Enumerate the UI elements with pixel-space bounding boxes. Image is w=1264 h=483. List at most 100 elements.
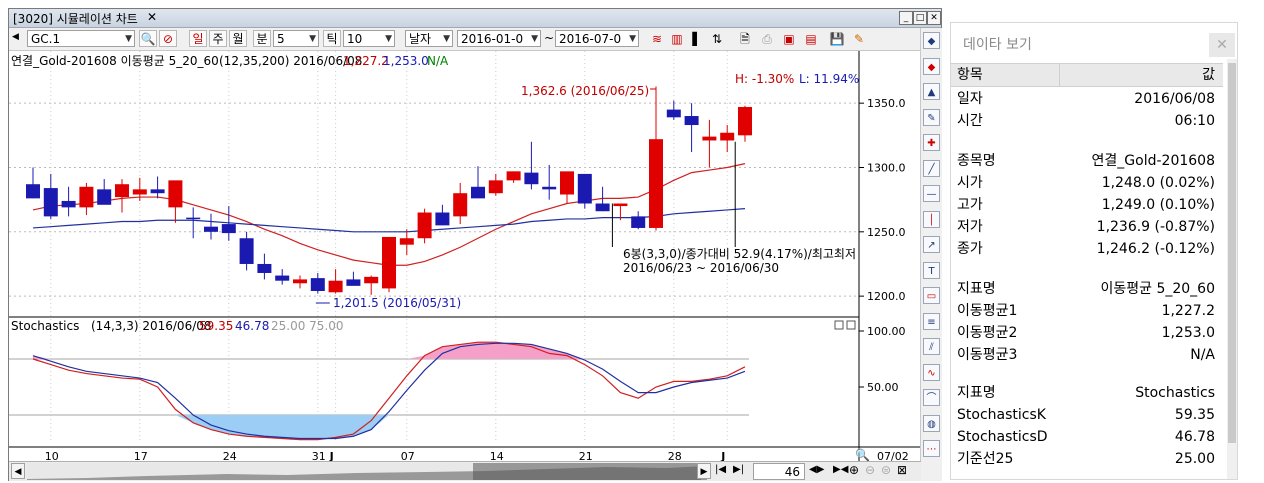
bar-count-field[interactable]: 46 bbox=[753, 463, 805, 480]
channel-icon[interactable]: ⫽ bbox=[923, 338, 940, 355]
period-week-button[interactable]: 주 bbox=[209, 30, 227, 47]
volume-icon[interactable]: ▌ bbox=[689, 31, 705, 47]
row-ma1: 이동평균1 1,227.2 bbox=[951, 300, 1223, 322]
candle-body bbox=[275, 275, 290, 281]
header-key: 항목 bbox=[957, 67, 983, 83]
period-month-button[interactable]: 월 bbox=[229, 30, 247, 47]
candle-body bbox=[221, 224, 236, 234]
draw-icon[interactable]: ✎ bbox=[923, 108, 940, 126]
sub-legend-d: 46.78 bbox=[235, 319, 269, 333]
report-icon[interactable]: ▤ bbox=[803, 31, 819, 47]
search-clear-button[interactable]: ⊘ bbox=[159, 30, 177, 47]
mode-combo[interactable]: 날자 ▼ bbox=[405, 30, 453, 47]
row-high-val: 1,249.0 (0.10%) bbox=[1101, 197, 1215, 213]
cursor-icon[interactable]: ▲ bbox=[923, 83, 940, 100]
fib-tool-icon[interactable]: ≡ bbox=[923, 312, 940, 330]
trend-icon[interactable]: ≋ bbox=[649, 31, 665, 47]
text-tool-icon[interactable]: T bbox=[923, 261, 940, 279]
row-ma2-val: 1,253.0 bbox=[1161, 325, 1215, 341]
close-scroll-icon[interactable]: ⊠ bbox=[897, 463, 907, 477]
scroll-first-icon[interactable]: |◀ bbox=[715, 464, 726, 475]
overbought-fill bbox=[33, 342, 745, 359]
bar-chart-icon[interactable]: ▥ bbox=[669, 31, 685, 47]
price-chart-area[interactable]: 1350.01300.01250.01200.0100.0050.0010 17 2… bbox=[9, 51, 921, 463]
close-tab-icon[interactable]: ✕ bbox=[147, 10, 157, 24]
row-ind1-key: 지표명 bbox=[957, 281, 996, 297]
candle-body bbox=[204, 226, 218, 232]
line-tool-icon[interactable]: ╱ bbox=[923, 159, 940, 177]
scroll-last-icon[interactable]: ▶| bbox=[733, 464, 744, 475]
wave-icon[interactable]: ∿ bbox=[923, 363, 940, 381]
price-tick-label: 1300.0 bbox=[867, 161, 906, 174]
row-low: 저가 1,236.9 (-0.87%) bbox=[951, 216, 1223, 238]
row-d-key: StochasticsD bbox=[957, 429, 1048, 445]
price-tick-label: 1350.0 bbox=[867, 97, 906, 110]
mode-value: 날자 bbox=[409, 32, 432, 46]
fit-icon[interactable]: ⊜ bbox=[881, 463, 891, 477]
row-ma1-val: 1,227.2 bbox=[1161, 303, 1215, 319]
scroll-right-button[interactable]: ▶ bbox=[697, 463, 711, 479]
candle-body bbox=[43, 188, 58, 217]
stoch-tick-label: 100.00 bbox=[867, 325, 906, 338]
period-minute-button[interactable]: 분 bbox=[253, 30, 271, 47]
title-bar: [3020] 시뮬레이션 차트 ✕ _ □ ✕ bbox=[9, 9, 941, 28]
maximize-button[interactable]: □ bbox=[913, 11, 927, 25]
scroll-left-button[interactable]: ◀ bbox=[11, 463, 25, 479]
zoom-out-icon[interactable]: ▶◀ bbox=[833, 464, 848, 475]
minute-combo[interactable]: 5 ▼ bbox=[273, 30, 319, 47]
stochastic-d-line bbox=[32, 342, 746, 440]
candle-body bbox=[346, 279, 361, 286]
more-icon[interactable]: ⋯ bbox=[923, 440, 940, 457]
close-button[interactable]: ✕ bbox=[927, 11, 941, 25]
range-separator: ~ bbox=[544, 31, 555, 45]
left-arrow-icon[interactable]: ◀ bbox=[12, 32, 19, 42]
step-arrows-icon[interactable]: ◀▶ bbox=[809, 464, 824, 475]
document-icon[interactable]: 🗎 bbox=[737, 31, 753, 47]
candle-body bbox=[61, 200, 76, 208]
panel-close-button[interactable]: ✕ bbox=[1209, 33, 1235, 57]
candle-body bbox=[720, 132, 735, 141]
edit-icon[interactable]: ✎ bbox=[851, 31, 867, 47]
cycle-icon[interactable]: ◍ bbox=[923, 414, 940, 432]
minimize-button[interactable]: _ bbox=[899, 11, 913, 25]
candle-body bbox=[417, 212, 432, 239]
tick-combo[interactable]: 10 ▼ bbox=[343, 30, 395, 47]
candle-body bbox=[524, 172, 539, 185]
zoom-in-icon[interactable]: ⊕ bbox=[849, 463, 859, 477]
minute-value: 5 bbox=[277, 32, 285, 46]
export-icon[interactable]: ▣ bbox=[781, 31, 797, 47]
panel-scroll-thumb[interactable] bbox=[1228, 63, 1236, 443]
chart-scrollbar[interactable]: ◀ ▶ |◀ ▶| 46 ◀▶ ▶◀ ⊕ ⊖ ⊜ ⊠ bbox=[9, 461, 921, 481]
save-icon[interactable]: 💾 bbox=[829, 31, 845, 47]
scroll-overview[interactable] bbox=[27, 463, 707, 480]
hline-icon[interactable]: — bbox=[923, 185, 940, 202]
period-day-button[interactable]: 일 bbox=[189, 30, 207, 47]
sub-legend-k: 59.35 bbox=[199, 319, 233, 333]
symbol-combo[interactable]: GC.1 ▼ bbox=[27, 30, 135, 47]
vline-icon[interactable]: │ bbox=[923, 210, 940, 228]
row-k-key: StochasticsK bbox=[957, 407, 1046, 423]
grid-select-icon[interactable]: ◆ bbox=[923, 57, 940, 75]
print-icon[interactable]: ⎙ bbox=[759, 31, 775, 47]
candle-body bbox=[293, 279, 307, 284]
symbol-value: GC.1 bbox=[31, 32, 61, 46]
zoom-reset-icon[interactable]: ⊖ bbox=[865, 463, 875, 477]
date-to-field[interactable]: 2016-07-0 ▼ bbox=[555, 30, 639, 47]
search-button[interactable]: 🔍 bbox=[139, 30, 157, 47]
row-time: 시간 06:10 bbox=[951, 110, 1223, 132]
search-clear-icon: ⊘ bbox=[162, 32, 174, 46]
date-to-value: 2016-07-0 bbox=[559, 32, 622, 46]
crosshair-icon[interactable]: ✚ bbox=[923, 134, 940, 151]
row-ma2: 이동평균2 1,253.0 bbox=[951, 322, 1223, 344]
sort-icon[interactable]: ⇅ bbox=[709, 31, 725, 47]
candle-body bbox=[310, 278, 325, 291]
box-tool-icon[interactable]: ▭ bbox=[923, 287, 940, 304]
arrow-tool-icon[interactable]: ↗ bbox=[923, 236, 940, 253]
min-price-label: 1,201.5 (2016/05/31) bbox=[333, 296, 461, 310]
curve-icon[interactable]: ⌒ bbox=[923, 389, 940, 406]
date-from-field[interactable]: 2016-01-0 ▼ bbox=[457, 30, 541, 47]
max-price-label: 1,362.6 (2016/06/25) bbox=[521, 84, 649, 98]
shuffle-icon[interactable]: ◆ bbox=[923, 32, 940, 49]
row-ma2-key: 이동평균2 bbox=[957, 325, 1018, 341]
period-tick-button[interactable]: 틱 bbox=[323, 30, 341, 47]
